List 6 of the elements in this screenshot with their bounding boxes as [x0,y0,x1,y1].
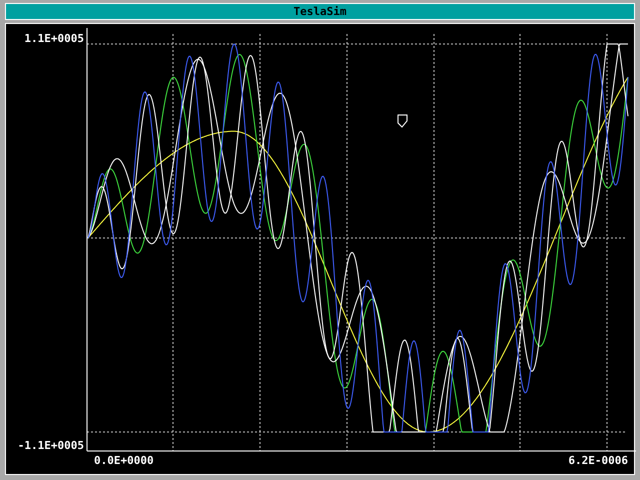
axis-label: 1.1E+0005 [24,32,84,45]
axis-label: 0.0E+0000 [94,454,154,469]
cursor-icon [398,114,408,128]
axis-label: 6.2E-0006 [568,454,628,469]
axis-label: -1.1E+0005 [18,439,84,452]
window-title: TeslaSim [5,3,635,20]
